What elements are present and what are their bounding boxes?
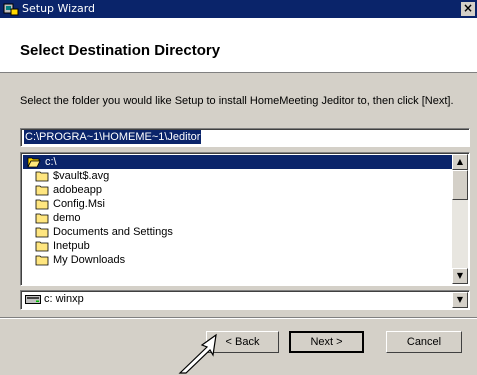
folder-item[interactable]: $vault$.avg <box>23 169 453 183</box>
scroll-thumb[interactable] <box>452 170 468 200</box>
folder-item[interactable]: demo <box>23 211 453 225</box>
folder-item[interactable]: Documents and Settings <box>23 225 453 239</box>
folder-item[interactable]: Config.Msi <box>23 197 453 211</box>
destination-path-input[interactable]: C:\PROGRA~1\HOMEME~1\Jeditor <box>20 128 470 147</box>
next-button-label: Next > <box>310 336 343 348</box>
wizard-header: Select Destination Directory <box>0 18 477 73</box>
page-title: Select Destination Directory <box>20 42 221 59</box>
mouse-pointer-icon <box>178 333 217 374</box>
scroll-up-button[interactable]: ▲ <box>452 154 468 170</box>
folder-label: My Downloads <box>53 254 126 266</box>
cancel-button-label: Cancel <box>406 336 442 348</box>
back-button-label: < Back <box>225 336 260 348</box>
window-title: Setup Wizard <box>22 2 96 15</box>
folder-label: Inetpub <box>53 240 90 252</box>
folder-icon <box>35 171 49 182</box>
cancel-button[interactable]: Cancel <box>386 331 462 353</box>
divider <box>0 317 477 319</box>
folder-label: c:\ <box>45 156 57 168</box>
folder-item[interactable]: My Downloads <box>23 253 453 267</box>
path-value: C:\PROGRA~1\HOMEME~1\Jeditor <box>24 130 202 144</box>
folder-icon <box>35 199 49 210</box>
folder-list[interactable]: c:\ $vault$.avg adobeapp Config.Msi demo… <box>20 152 470 286</box>
setup-app-icon <box>3 3 19 16</box>
instruction-text: Select the folder you would like Setup t… <box>20 95 454 107</box>
drive-select[interactable]: c: winxp ▼ <box>20 290 470 310</box>
folder-icon <box>35 255 49 266</box>
folder-icon <box>35 185 49 196</box>
folder-label: adobeapp <box>53 184 102 196</box>
title-bar[interactable]: Setup Wizard × <box>0 0 477 18</box>
close-button[interactable]: × <box>461 2 475 16</box>
folder-label: Documents and Settings <box>53 226 173 238</box>
next-button[interactable]: Next > <box>289 331 364 353</box>
folder-list-scrollbar[interactable]: ▲ ▼ <box>452 154 468 284</box>
folder-label: Config.Msi <box>53 198 105 210</box>
folder-label: demo <box>53 212 81 224</box>
folder-label: $vault$.avg <box>53 170 110 182</box>
folder-icon <box>35 227 49 238</box>
open-folder-icon <box>27 157 41 168</box>
drive-label: c: winxp <box>44 293 84 305</box>
folder-item[interactable]: Inetpub <box>23 239 453 253</box>
scroll-down-button[interactable]: ▼ <box>452 268 468 284</box>
folder-item[interactable]: adobeapp <box>23 183 453 197</box>
folder-icon <box>35 241 49 252</box>
drive-icon <box>25 295 41 304</box>
folder-item-root[interactable]: c:\ <box>23 155 453 169</box>
folder-icon <box>35 213 49 224</box>
drive-dropdown-button[interactable]: ▼ <box>452 292 468 308</box>
